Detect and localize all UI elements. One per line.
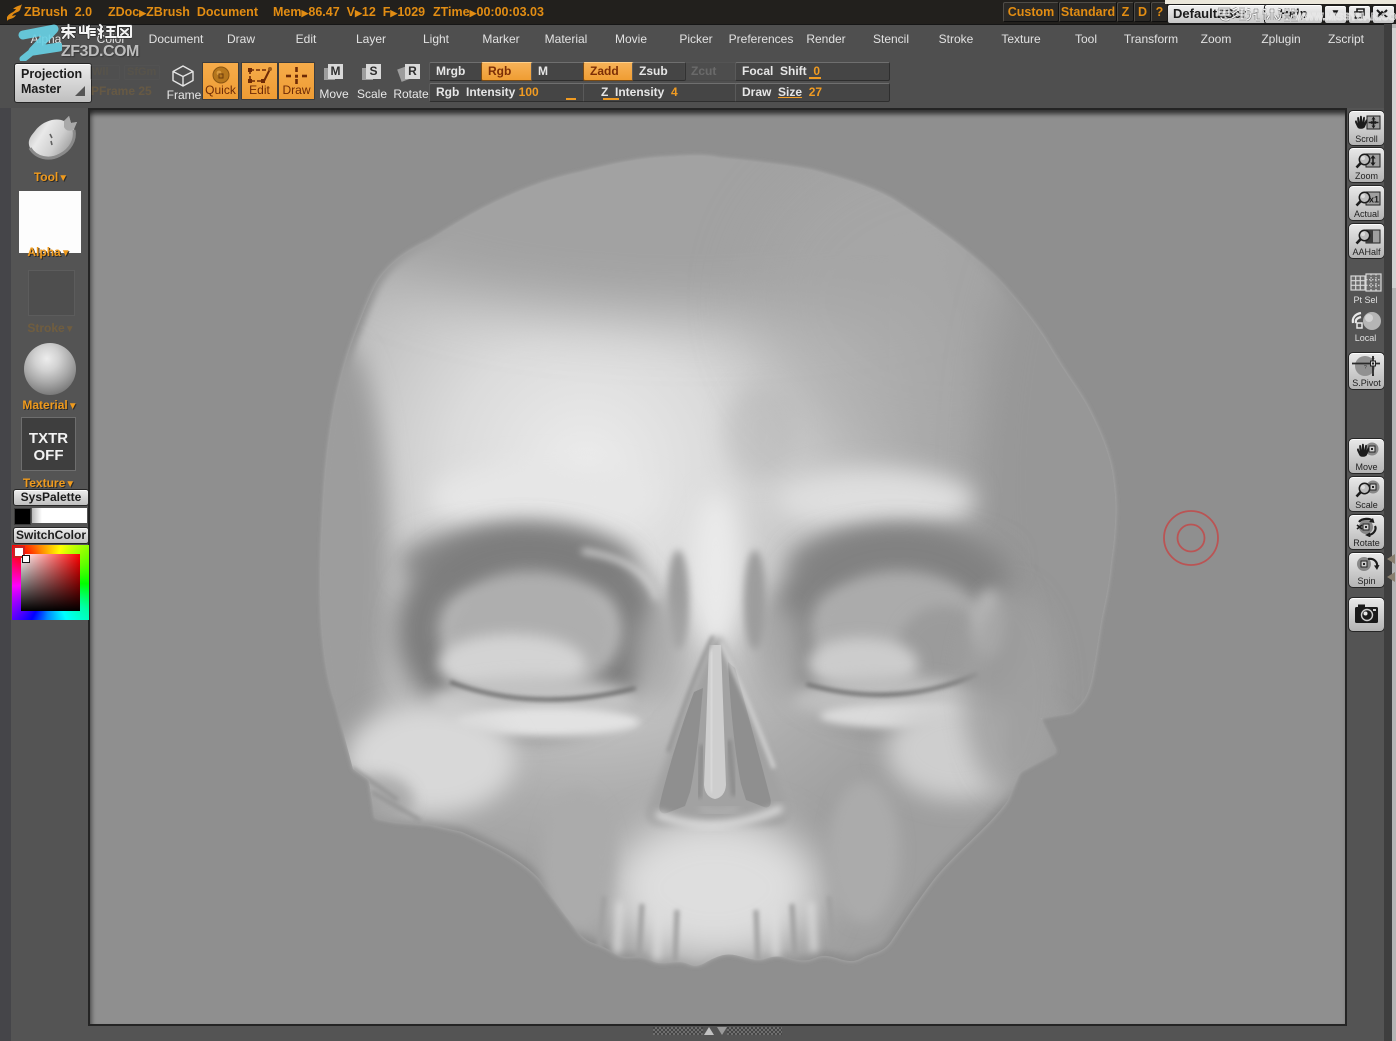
svg-text:x1: x1 [1369,195,1379,205]
svg-text:?: ? [1364,365,1367,371]
